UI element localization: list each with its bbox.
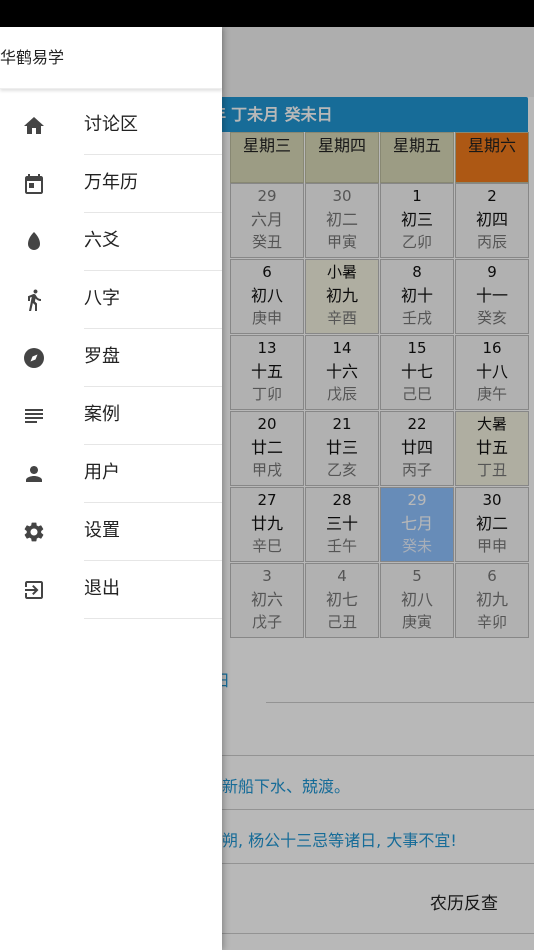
calendar-icon [22, 172, 46, 196]
drawer-item-label: 万年历 [84, 172, 138, 193]
settings-icon [22, 520, 46, 544]
screen: 年 丁未月 癸未日 星期三星期四星期五星期六 29六月癸丑30初二甲寅1初三乙卯… [0, 0, 534, 950]
drawer-item-label: 讨论区 [84, 114, 138, 135]
leaf-icon [22, 230, 46, 254]
drawer-item-label: 设置 [84, 520, 120, 541]
drawer-item-5[interactable]: 案例 [0, 387, 222, 445]
drawer-item-divider [84, 618, 222, 619]
drawer-item-7[interactable]: 设置 [0, 503, 222, 561]
exit-icon [22, 578, 46, 602]
walk-icon [22, 288, 46, 312]
drawer-item-0[interactable]: 讨论区 [0, 97, 222, 155]
person-icon [22, 462, 46, 486]
drawer-item-4[interactable]: 罗盘 [0, 329, 222, 387]
drawer-item-3[interactable]: 八字 [0, 271, 222, 329]
drawer-item-2[interactable]: 六爻 [0, 213, 222, 271]
drawer-item-label: 用户 [84, 462, 120, 483]
drawer-item-1[interactable]: 万年历 [0, 155, 222, 213]
drawer-item-label: 八字 [84, 288, 120, 309]
navigation-drawer: 华鹤易学 讨论区万年历六爻八字罗盘案例用户设置退出 [0, 27, 222, 950]
notes-icon [22, 404, 46, 428]
home-icon [22, 114, 46, 138]
compass-icon [22, 346, 46, 370]
drawer-item-label: 六爻 [84, 230, 120, 251]
drawer-item-8[interactable]: 退出 [0, 561, 222, 619]
drawer-item-6[interactable]: 用户 [0, 445, 222, 503]
drawer-menu: 讨论区万年历六爻八字罗盘案例用户设置退出 [0, 97, 222, 619]
drawer-item-label: 案例 [84, 404, 120, 425]
status-bar [0, 0, 534, 27]
drawer-item-label: 退出 [84, 578, 120, 599]
drawer-item-label: 罗盘 [84, 346, 120, 367]
drawer-title: 华鹤易学 [0, 27, 222, 89]
